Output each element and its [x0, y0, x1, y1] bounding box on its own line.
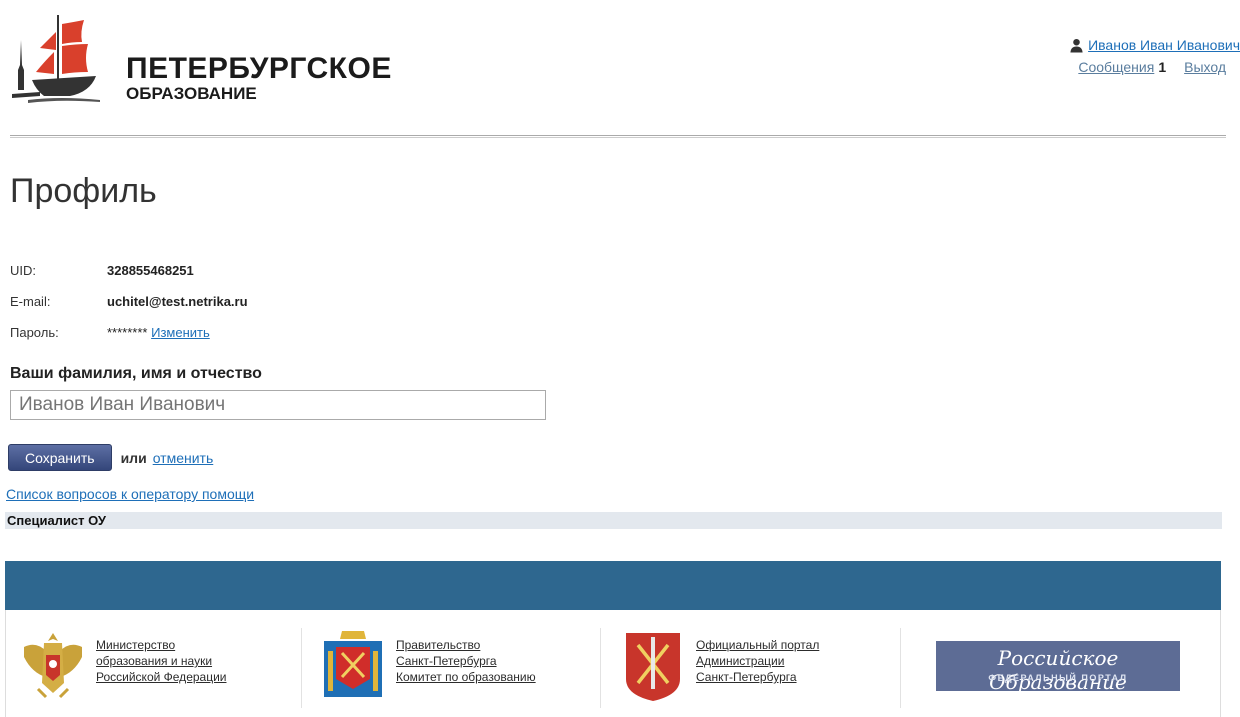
save-button[interactable]: Сохранить: [8, 444, 112, 471]
footer-separator: [900, 628, 901, 708]
footer-link-line[interactable]: Министерство: [96, 637, 227, 653]
messages-count-badge: 1: [1158, 59, 1167, 75]
password-row: Пароль: ******** Изменить: [10, 317, 248, 348]
user-profile-link[interactable]: Иванов Иван Иванович: [1088, 37, 1240, 53]
footer-link-ministry[interactable]: Министерство образования и науки Российс…: [18, 627, 227, 705]
email-label: E-mail:: [10, 294, 51, 309]
federal-portal-banner[interactable]: Российское Образование ФЕДЕРАЛЬНЫЙ ПОРТА…: [936, 641, 1180, 691]
or-text: или: [120, 449, 147, 466]
footer-link-line[interactable]: Комитет по образованию: [396, 669, 536, 685]
password-mask: ********: [107, 325, 148, 340]
ship-logo-icon: [12, 15, 100, 103]
page-title: Профиль: [10, 172, 157, 210]
uid-label: UID:: [10, 263, 36, 278]
logout-link[interactable]: Выход: [1184, 59, 1226, 75]
footer-link-line[interactable]: Официальный портал: [696, 637, 819, 653]
footer-link-line[interactable]: Санкт-Петербурга: [396, 653, 536, 669]
footer-separator: [600, 628, 601, 708]
fio-label: Ваши фамилия, имя и отчество: [10, 365, 262, 382]
footer-link-government[interactable]: Правительство Санкт-Петербурга Комитет п…: [318, 627, 536, 705]
logo-subtitle: ОБРАЗОВАНИЕ: [126, 84, 257, 103]
password-label: Пароль:: [10, 325, 59, 340]
messages-link[interactable]: Сообщения: [1078, 59, 1154, 75]
footer-separator: [301, 628, 302, 708]
uid-value: 328855468251: [107, 263, 194, 278]
email-value: uchitel@test.netrika.ru: [107, 294, 248, 309]
email-row: E-mail: uchitel@test.netrika.ru: [10, 286, 248, 317]
messages-group: Сообщения 1: [1078, 59, 1166, 75]
banner-subtitle: ФЕДЕРАЛЬНЫЙ ПОРТАЛ: [988, 673, 1128, 683]
change-password-link[interactable]: Изменить: [151, 325, 210, 340]
user-icon: [1070, 38, 1083, 53]
footer-link-line[interactable]: Администрации: [696, 653, 819, 669]
footer-link-line[interactable]: Правительство: [396, 637, 536, 653]
footer-link-line[interactable]: образования и науки: [96, 653, 227, 669]
footer-band: [5, 561, 1221, 610]
banner-title: Российское Образование: [989, 646, 1127, 691]
header-divider: [10, 135, 1226, 138]
footer-link-portal[interactable]: Официальный портал Администрации Санкт-П…: [618, 627, 819, 705]
help-questions-link[interactable]: Список вопросов к оператору помощи: [6, 486, 254, 502]
site-logo[interactable]: ПЕТЕРБУРГСКОЕ ОБРАЗОВАНИЕ: [10, 10, 391, 105]
spb-coat-of-arms-icon: [626, 633, 680, 701]
profile-info: UID: 328855468251 E-mail: uchitel@test.n…: [10, 255, 248, 348]
logo-title: ПЕТЕРБУРГСКОЕ: [126, 52, 392, 85]
role-bar: Специалист ОУ: [5, 512, 1222, 529]
footer-links: Министерство образования и науки Российс…: [5, 610, 1221, 717]
cancel-link[interactable]: отменить: [153, 450, 214, 466]
footer-link-line[interactable]: Санкт-Петербурга: [696, 669, 819, 685]
spb-government-emblem-icon: [324, 631, 382, 697]
user-menu: Иванов Иван Иванович Сообщения 1 Выход: [1040, 35, 1240, 75]
fio-input[interactable]: [10, 390, 546, 420]
russia-coat-of-arms-icon: [24, 633, 82, 699]
form-actions: Сохранить или отменить: [8, 444, 213, 471]
footer-link-line[interactable]: Российской Федерации: [96, 669, 227, 685]
uid-row: UID: 328855468251: [10, 255, 248, 286]
